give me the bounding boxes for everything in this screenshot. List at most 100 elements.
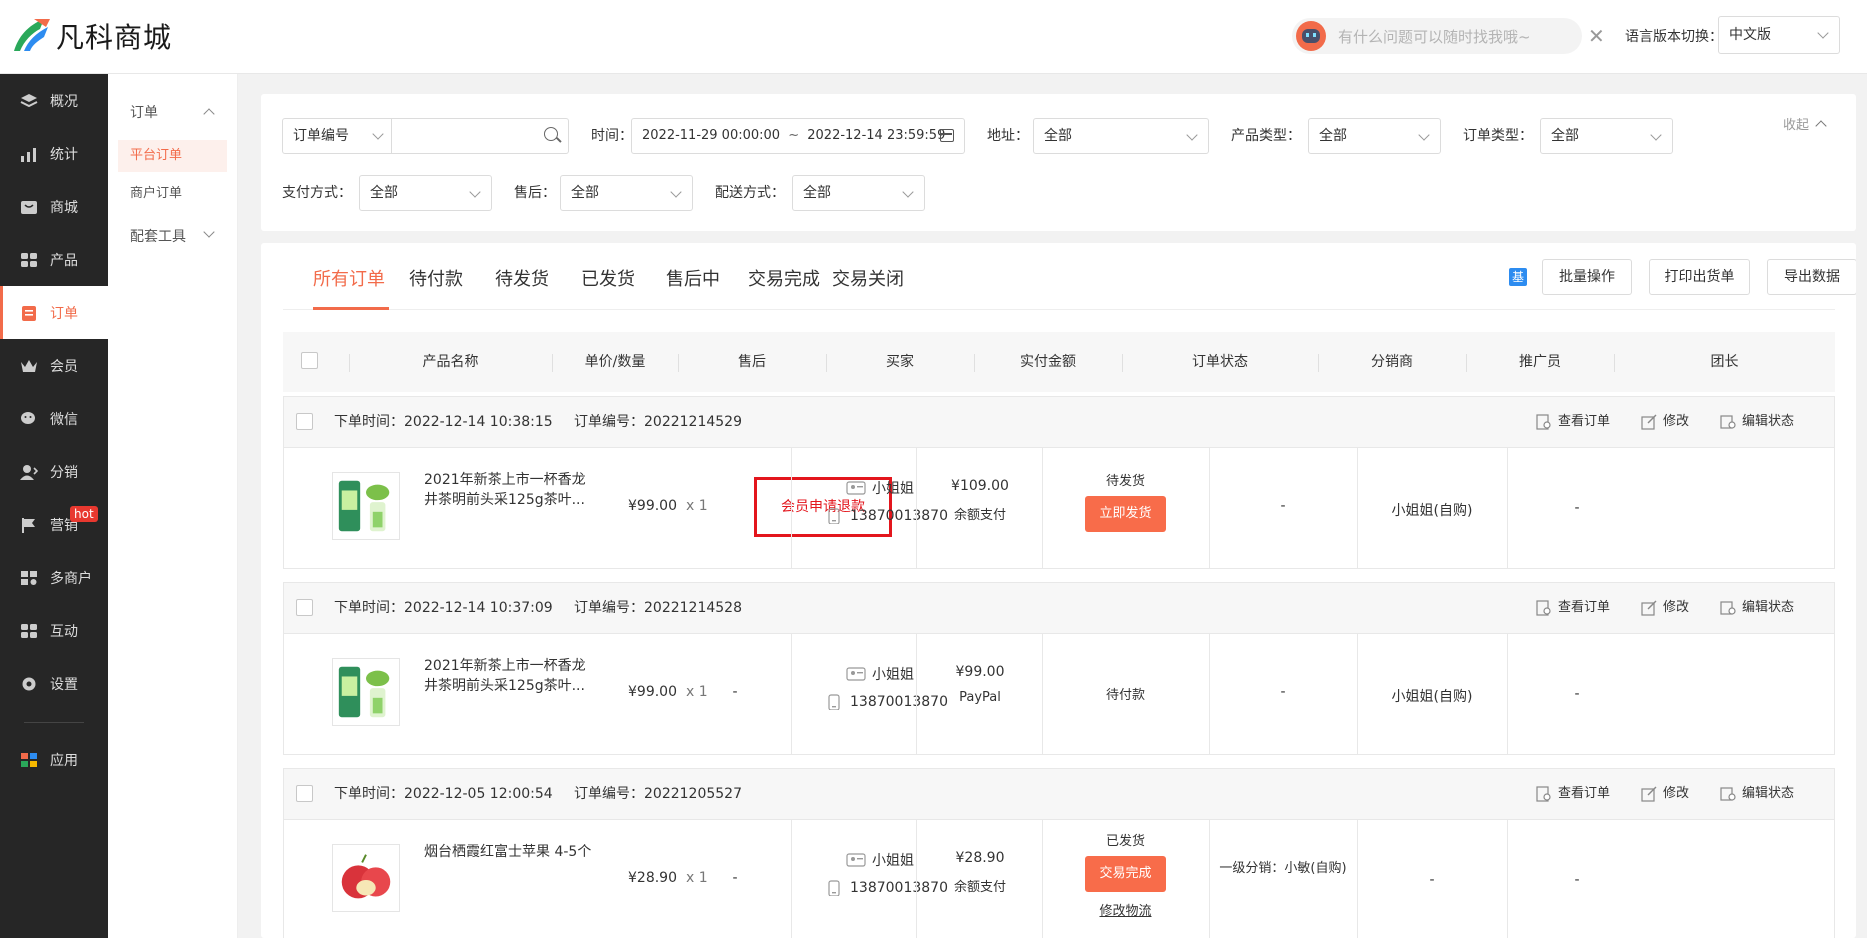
- product-name[interactable]: 2021年新茶上市一杯香龙井茶明前头采125g茶叶...: [424, 470, 594, 510]
- sidebar-item-overview[interactable]: 概况: [0, 74, 108, 127]
- product-thumbnail[interactable]: [332, 658, 400, 726]
- product-name[interactable]: 烟台栖霞红富士苹果 4-5个: [424, 842, 594, 862]
- sidebar-label: 应用: [50, 752, 78, 769]
- apple-product-image: [341, 854, 391, 899]
- address-label: 地址：: [987, 128, 1029, 144]
- sidebar-item-orders[interactable]: 订单: [0, 286, 108, 339]
- assistant-placeholder: 有什么问题可以随时找我哦~: [1338, 27, 1531, 46]
- status-gear-icon: [1720, 787, 1736, 801]
- subnav-group-tools[interactable]: 配套工具: [108, 216, 237, 258]
- order-number-select[interactable]: 订单编号: [293, 128, 349, 144]
- tab-closed[interactable]: 交易关闭: [832, 265, 904, 291]
- trade-complete-button[interactable]: 交易完成: [1085, 856, 1166, 892]
- subnav-item-merchant-orders[interactable]: 商户订单: [118, 178, 227, 210]
- tab-pending-shipment[interactable]: 待发货: [495, 265, 549, 291]
- column-product: 产品名称: [422, 354, 479, 370]
- print-shipping-button[interactable]: 打印出货单: [1649, 259, 1750, 295]
- edit-icon: [1641, 786, 1657, 802]
- edit-status-button[interactable]: 编辑状态: [1720, 397, 1794, 447]
- sidebar-item-wechat[interactable]: 微信: [0, 392, 108, 445]
- product-thumbnail[interactable]: [332, 844, 400, 912]
- after-sale-label: 售后：: [514, 185, 556, 201]
- logo-icon: [14, 19, 50, 51]
- flag-icon: [20, 517, 38, 533]
- tab-all-orders[interactable]: 所有订单: [313, 265, 385, 291]
- close-icon[interactable]: ✕: [1588, 24, 1605, 48]
- sub-sidebar: 订单 平台订单 商户订单 配套工具: [108, 74, 238, 938]
- column-status: 订单状态: [1192, 354, 1248, 370]
- logo[interactable]: 凡科商城: [10, 14, 172, 58]
- product-type-select[interactable]: 全部: [1308, 118, 1441, 154]
- assistant-input[interactable]: 有什么问题可以随时找我哦~: [1292, 18, 1582, 54]
- leader-value: -: [1574, 686, 1580, 702]
- column-amount: 实付金额: [1020, 354, 1076, 370]
- unit-price: ¥99.00: [628, 684, 677, 700]
- order-time: 下单时间：2022-12-14 10:38:15: [334, 414, 553, 430]
- address-select[interactable]: 全部: [1033, 118, 1209, 154]
- order-header: 下单时间：2022-12-14 10:38:15 订单编号：2022121452…: [284, 397, 1834, 447]
- edit-order-button[interactable]: 修改: [1641, 769, 1689, 819]
- ship-now-button[interactable]: 立即发货: [1085, 496, 1166, 532]
- date-range-picker[interactable]: 2022-11-29 00:00:00 ~ 2022-12-14 23:59:5…: [631, 118, 965, 154]
- date-end: 2022-12-14 23:59:59: [807, 128, 946, 143]
- chevron-up-icon: [1815, 120, 1827, 132]
- action-label: 编辑状态: [1742, 600, 1795, 615]
- tab-after-sale[interactable]: 售后中: [666, 265, 720, 291]
- order-checkbox[interactable]: [296, 599, 313, 616]
- search-icon[interactable]: [544, 127, 558, 141]
- apps-icon: [20, 752, 38, 768]
- sidebar-item-products[interactable]: 产品: [0, 233, 108, 286]
- sidebar-label: 多商户: [50, 570, 92, 587]
- sidebar-item-distribution[interactable]: 分销: [0, 445, 108, 498]
- layers-icon: [20, 93, 38, 109]
- order-type-label: 订单类型：: [1463, 128, 1533, 144]
- chevron-down-icon: [1418, 129, 1430, 141]
- language-select[interactable]: 中文版: [1718, 16, 1840, 54]
- tab-shipped[interactable]: 已发货: [581, 265, 635, 291]
- filter-panel: 订单编号 时间： 2022-11-29 00:00:00 ~ 2022-12-1…: [261, 94, 1856, 231]
- after-sale-select[interactable]: 全部: [560, 175, 693, 211]
- collapse-button[interactable]: 收起: [1783, 108, 1827, 144]
- order-number: 订单编号：20221214529: [574, 414, 742, 430]
- sidebar-item-stats[interactable]: 统计: [0, 127, 108, 180]
- order-icon: [20, 305, 38, 321]
- sidebar-item-multi-merchant[interactable]: 多商户: [0, 551, 108, 604]
- order-checkbox[interactable]: [296, 413, 313, 430]
- batch-operation-button[interactable]: 批量操作: [1542, 259, 1632, 295]
- subnav-item-platform-orders[interactable]: 平台订单: [118, 140, 227, 172]
- paid-amount: ¥28.90: [955, 850, 1005, 866]
- delivery-label: 配送方式：: [715, 185, 785, 201]
- sidebar-item-apps[interactable]: 应用: [0, 733, 108, 786]
- cell-divider: [791, 820, 792, 938]
- delivery-select[interactable]: 全部: [792, 175, 925, 211]
- sidebar-item-members[interactable]: 会员: [0, 339, 108, 392]
- edit-order-button[interactable]: 修改: [1641, 397, 1689, 447]
- select-all-checkbox[interactable]: [301, 352, 318, 369]
- sidebar-item-settings[interactable]: 设置: [0, 657, 108, 710]
- tab-pending-payment[interactable]: 待付款: [409, 265, 463, 291]
- tab-completed[interactable]: 交易完成: [748, 265, 820, 291]
- order-checkbox[interactable]: [296, 785, 313, 802]
- edit-status-button[interactable]: 编辑状态: [1720, 583, 1794, 633]
- tab-active-indicator: [313, 307, 389, 310]
- view-order-button[interactable]: 查看订单: [1536, 397, 1610, 447]
- sidebar-item-mall[interactable]: 商城: [0, 180, 108, 233]
- view-order-button[interactable]: 查看订单: [1536, 769, 1610, 819]
- pay-method-select[interactable]: 全部: [359, 175, 492, 211]
- after-sale-value: -: [732, 870, 738, 886]
- action-label: 编辑状态: [1742, 414, 1795, 429]
- order-search-box: 订单编号: [282, 118, 569, 154]
- chevron-down-icon: [469, 186, 481, 198]
- edit-status-button[interactable]: 编辑状态: [1720, 769, 1794, 819]
- sidebar-item-interaction[interactable]: 互动: [0, 604, 108, 657]
- sidebar-item-marketing[interactable]: 营销 hot: [0, 498, 108, 551]
- edit-order-button[interactable]: 修改: [1641, 583, 1689, 633]
- leader-value: -: [1574, 872, 1580, 888]
- subnav-group-orders[interactable]: 订单: [108, 92, 237, 134]
- export-data-button[interactable]: 导出数据: [1767, 259, 1856, 295]
- view-order-button[interactable]: 查看订单: [1536, 583, 1610, 633]
- product-thumbnail[interactable]: [332, 472, 400, 540]
- order-type-select[interactable]: 全部: [1540, 118, 1673, 154]
- edit-logistics-link[interactable]: 修改物流: [1099, 904, 1151, 919]
- product-name[interactable]: 2021年新茶上市一杯香龙井茶明前头采125g茶叶...: [424, 656, 594, 696]
